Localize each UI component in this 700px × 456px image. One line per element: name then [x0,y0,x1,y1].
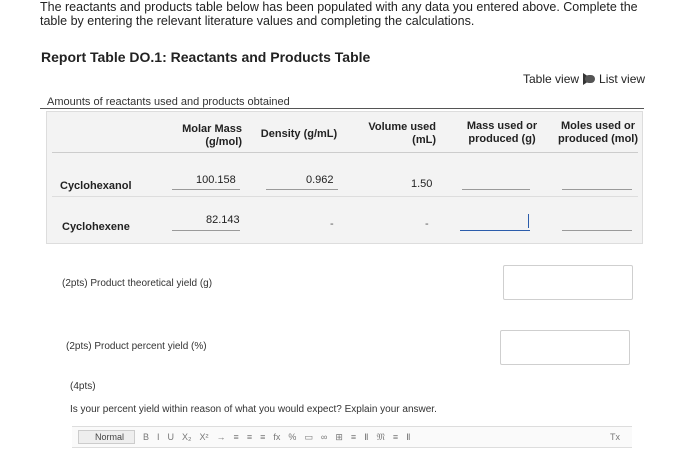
text-cursor [528,214,529,228]
cyclohexene-molar-mass-underline [172,230,240,231]
image-button[interactable]: ▭ [304,432,313,443]
editor-toolbar: Normal B I U X₂ X² → ≡ ≡ ≡ fx % ▭ ∞ ⊞ ≡ … [72,426,632,448]
cyclohexanol-molar-mass: 100.158 [196,174,236,186]
header-molar-mass: Molar Mass (g/mol) [182,123,242,148]
list-view-label[interactable]: List view [599,72,645,86]
table-view-label[interactable]: Table view [523,72,579,86]
link-button[interactable]: ∞ [321,432,327,442]
row-divider [52,196,638,197]
formula-button[interactable]: fx [273,432,280,442]
style-select[interactable]: Normal [78,430,136,444]
header-volume: Volume used (mL) [368,121,436,146]
list-button[interactable]: ≡ [351,432,356,442]
header-mass: Mass used or produced (g) [466,120,538,145]
list-2-button[interactable]: ≡ [393,432,398,442]
column-2-button[interactable]: Ⅱ [406,432,410,443]
bold-button[interactable]: B [143,432,149,442]
caption-divider [40,108,644,109]
underline-button[interactable]: U [168,432,175,442]
toggle-switch-icon[interactable] [583,73,597,85]
align-center-button[interactable]: ≡ [247,432,252,442]
view-toggle[interactable]: Table view List view [523,72,645,86]
cyclohexene-moles-input[interactable] [562,230,632,231]
percent-yield-label: (2pts) Product percent yield (%) [66,341,207,352]
align-justify-button[interactable]: ≡ [260,432,265,442]
table-caption: Amounts of reactants used and products o… [47,96,290,108]
cyclohexanol-density-underline [266,189,338,190]
subscript-button[interactable]: X₂ [182,432,192,442]
intro-text: The reactants and products table below h… [40,0,638,28]
cyclohexanol-density: 0.962 [306,174,334,186]
superscript-button[interactable]: X² [200,432,209,442]
row-label-cyclohexanol: Cyclohexanol [60,180,132,192]
q3-points: (4pts) [70,381,96,392]
row-label-cyclohexene: Cyclohexene [62,221,130,233]
cyclohexene-density: - [330,218,334,230]
cyclohexanol-moles-input[interactable] [562,189,632,190]
q3-prompt: Is your percent yield within reason of w… [70,404,437,415]
cyclohexanol-volume: 1.50 [411,178,433,190]
header-density: Density (g/mL) [260,128,338,140]
header-divider [52,152,638,153]
reactants-products-table [46,111,643,244]
cyclohexene-molar-mass: 82.143 [206,214,240,226]
theoretical-yield-label: (2pts) Product theoretical yield (g) [62,278,213,289]
theoretical-yield-input[interactable] [503,265,633,300]
cyclohexanol-mass-input[interactable] [462,189,530,190]
special-char-button[interactable]: % [288,432,296,442]
table-button[interactable]: ⊞ [335,432,343,443]
cyclohexene-volume: - [425,218,429,230]
report-title: Report Table DO.1: Reactants and Product… [41,49,371,65]
media-button[interactable]: 𝔐 [377,432,385,443]
percent-yield-input[interactable] [500,330,630,365]
column-button[interactable]: Ⅱ [364,432,368,443]
italic-button[interactable]: I [157,432,160,442]
cyclohexanol-molar-mass-underline [172,189,240,190]
align-left-button[interactable]: ≡ [234,432,239,442]
clear-format-button[interactable]: Tx [610,432,620,442]
arrow-button[interactable]: → [217,432,226,442]
header-moles: Moles used or produced (mol) [557,120,639,145]
cyclohexene-mass-input[interactable] [460,230,530,231]
